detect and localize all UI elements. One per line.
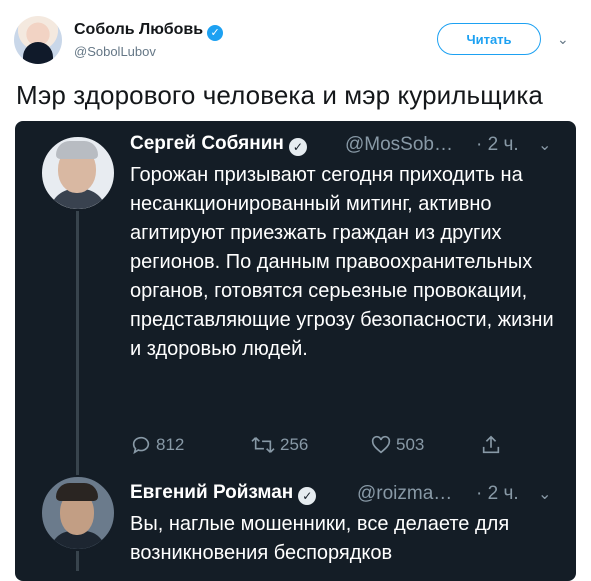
verified-badge-icon: ✓: [298, 487, 317, 505]
reply-count: 812: [156, 435, 185, 454]
share-action: [480, 434, 502, 456]
embedded-reply-author-name-text: Евгений Ройзман: [130, 482, 294, 503]
reply-icon: [132, 436, 150, 455]
embedded-tweet-text: Горожан призывают сегодня приходить на н…: [130, 164, 554, 360]
tweet-header: Соболь Любовь ✓ @SobolLubov Читать ⌄: [0, 0, 591, 80]
verified-badge-icon: ✓: [288, 138, 307, 156]
embedded-author-name: Сергей Собянин ✓: [130, 133, 307, 156]
embedded-author-name-text: Сергей Собянин: [130, 133, 284, 154]
like-count: 503: [396, 435, 425, 454]
embedded-reply-time: · 2 ч.: [476, 483, 519, 504]
like-action: 503: [370, 434, 424, 456]
author-name[interactable]: Соболь Любовь ✓: [74, 21, 224, 41]
retweet-count: 256: [280, 435, 309, 454]
retweet-action: 256: [250, 434, 308, 456]
heart-icon: [371, 435, 391, 454]
embedded-tweet-time: · 2 ч.: [476, 134, 519, 155]
tweet-text: Мэр здорового человека и мэр курильщика: [16, 80, 543, 110]
embedded-reply-handle: @roizma…: [357, 483, 453, 504]
author-name-text[interactable]: Соболь Любовь: [74, 21, 203, 38]
embedded-author-handle: @MosSob…: [345, 134, 453, 155]
author-avatar[interactable]: [14, 16, 62, 64]
follow-button[interactable]: Читать: [437, 23, 541, 55]
embedded-reply-author-name: Евгений Ройзман ✓: [130, 482, 317, 505]
chevron-down-icon[interactable]: ⌄: [557, 31, 569, 48]
author-handle[interactable]: @SobolLubov: [74, 44, 156, 59]
embedded-screenshot: Сергей Собянин ✓ @MosSob… · 2 ч. ⌄ Горожа…: [15, 121, 576, 581]
chevron-down-icon: ⌄: [538, 486, 552, 503]
embedded-reply-text: Вы, наглые мошенники, все делаете для во…: [130, 513, 510, 564]
sobyanin-avatar: [40, 135, 116, 211]
verified-badge-icon: ✓: [207, 25, 224, 41]
chevron-down-icon: ⌄: [538, 137, 552, 154]
reply-action: 812: [130, 434, 184, 456]
retweet-icon: [251, 437, 275, 453]
roizman-avatar: [40, 475, 116, 551]
share-icon: [482, 435, 500, 454]
tweet-actions: 812 256 503: [130, 434, 550, 460]
